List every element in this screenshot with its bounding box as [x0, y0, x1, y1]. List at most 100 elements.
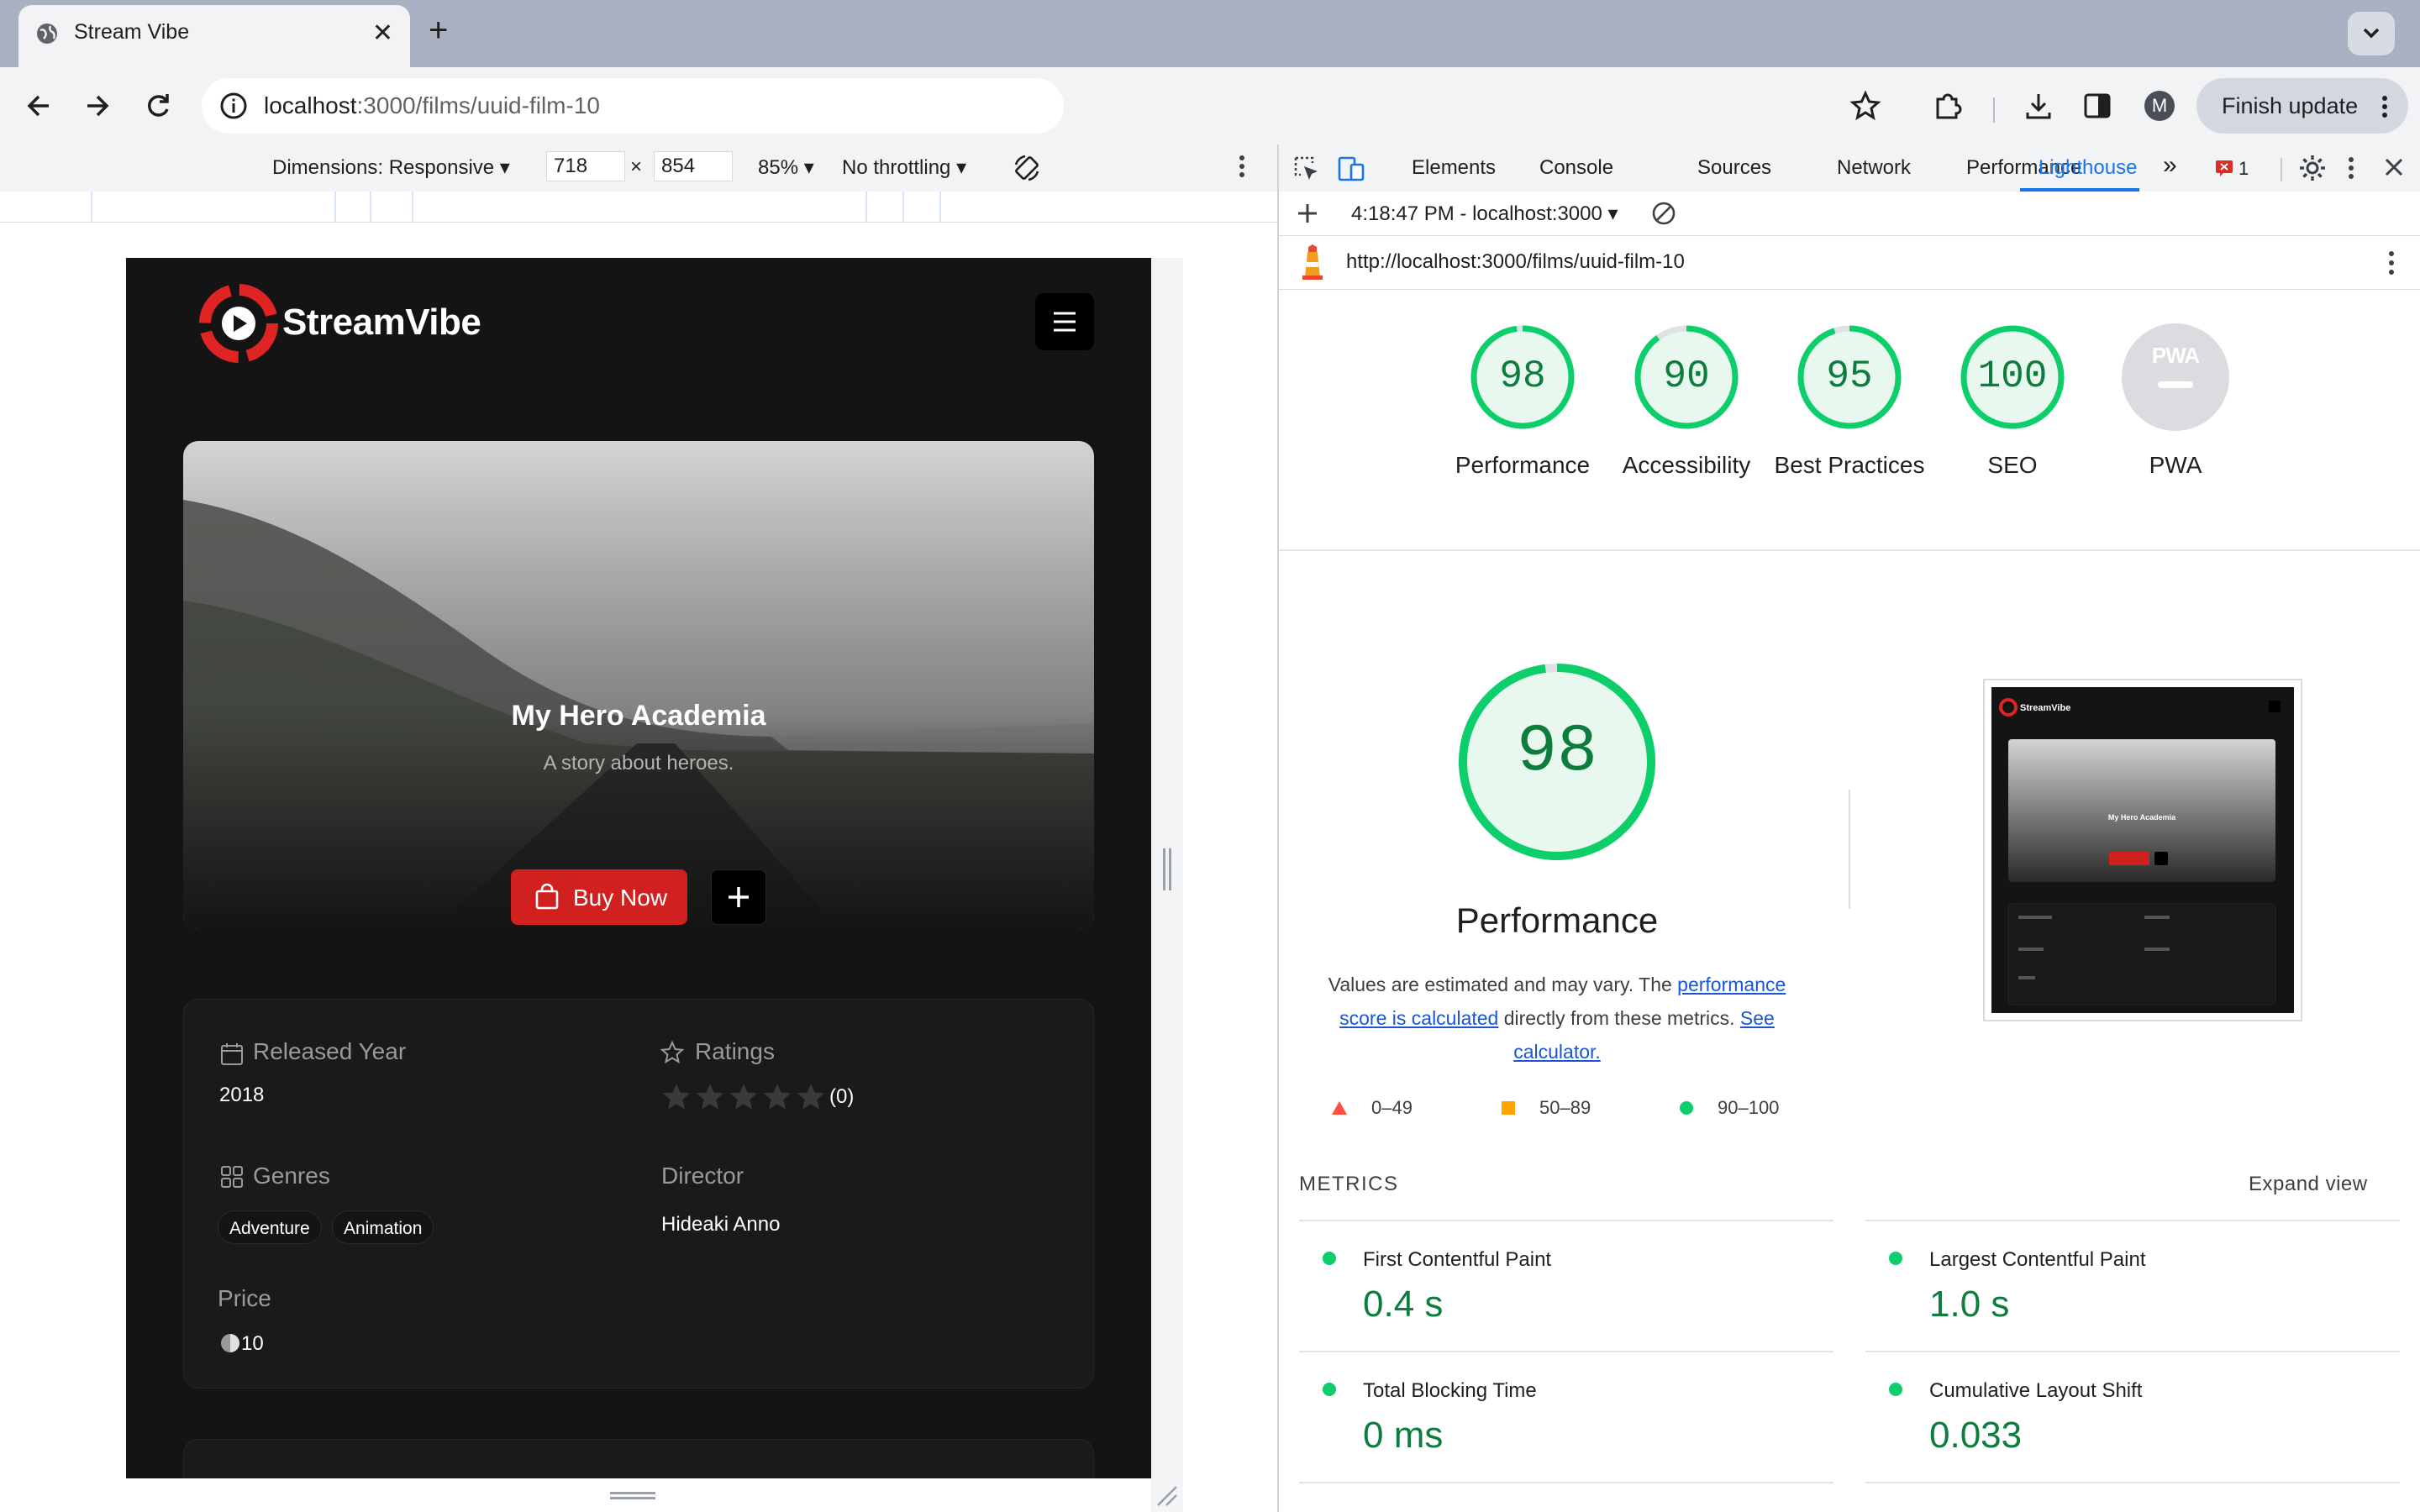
score-value: 95 — [1826, 354, 1873, 398]
media-query-marker[interactable] — [91, 192, 92, 222]
throttling-dropdown[interactable]: No throttling ▾ — [842, 155, 966, 180]
tab-sources[interactable]: Sources — [1697, 156, 1771, 180]
final-screenshot-thumbnail[interactable]: StreamVibe My Hero Academia — [1983, 679, 2302, 1021]
media-query-marker[interactable] — [865, 192, 867, 222]
new-tab-button[interactable]: + — [429, 12, 448, 50]
calendar-icon — [221, 1043, 243, 1065]
section-divider — [1279, 549, 2420, 551]
media-query-bar[interactable] — [0, 192, 1277, 223]
tab-search-button[interactable] — [2348, 12, 2395, 55]
media-query-marker[interactable] — [334, 192, 336, 222]
metric-pass-dot — [1889, 1252, 1902, 1265]
metric-divider — [1865, 1482, 2400, 1483]
score-label: Best Practices — [1774, 452, 1925, 478]
side-panel-icon[interactable] — [2081, 89, 2114, 123]
throttling-label: No throttling — [842, 156, 951, 179]
forward-icon[interactable] — [81, 86, 114, 126]
media-query-marker[interactable] — [902, 192, 904, 222]
report-url[interactable]: http://localhost:3000/films/uuid-film-10 — [1346, 250, 1685, 274]
download-icon[interactable] — [2022, 89, 2055, 123]
height-input[interactable]: 854 — [654, 151, 733, 181]
tab-lighthouse[interactable]: Lighthouse — [2039, 156, 2137, 180]
toolbar-separator — [1993, 97, 1995, 123]
score-gauge-best-practices[interactable]: 95 — [1795, 323, 1904, 432]
menu-kebab-icon — [2382, 96, 2387, 118]
issues-count[interactable]: 1 — [2238, 158, 2249, 180]
metric-pass-dot — [1889, 1383, 1902, 1396]
legend-fail-label: 0–49 — [1371, 1097, 1413, 1118]
brand-name[interactable]: StreamVibe — [282, 302, 481, 344]
lighthouse-toolbar: 4:18:47 PM - localhost:3000 ▾ — [1279, 192, 2420, 236]
triangle-fail-icon — [1332, 1101, 1347, 1115]
details-card-secondary — [183, 1439, 1094, 1478]
site-info-icon[interactable] — [218, 91, 249, 121]
menu-button[interactable] — [1035, 293, 1094, 350]
metric-name: Cumulative Layout Shift — [1929, 1379, 2143, 1402]
close-devtools-icon[interactable] — [2381, 155, 2407, 180]
device-toggle-icon[interactable] — [1336, 155, 1366, 183]
browser-tab[interactable]: Stream Vibe ✕ — [18, 5, 410, 67]
viewport-resize-handle-bottom[interactable] — [610, 1492, 655, 1494]
hamburger-icon — [1054, 312, 1076, 332]
metric-value: 0 ms — [1363, 1415, 1444, 1456]
close-tab-icon[interactable]: ✕ — [372, 18, 393, 48]
extensions-icon[interactable] — [1931, 89, 1965, 123]
expand-view-toggle[interactable]: Expand view — [2249, 1173, 2368, 1196]
metric-name: Largest Contentful Paint — [1929, 1248, 2146, 1271]
score-gauge-seo[interactable]: 100 — [1958, 323, 2067, 432]
score-gauge-pwa[interactable]: PWA — [2121, 323, 2230, 432]
new-report-icon[interactable] — [1294, 200, 1321, 227]
viewport-corner-resize-icon[interactable] — [1155, 1483, 1180, 1509]
media-query-marker[interactable] — [412, 192, 413, 222]
url-path: :3000/films/uuid-film-10 — [356, 92, 600, 118]
score-gauge-performance[interactable]: 98 — [1468, 323, 1577, 432]
profile-avatar[interactable]: M — [2144, 91, 2175, 121]
streamvibe-page: StreamVibe My Hero Academia A story abou… — [126, 258, 1151, 1478]
coin-icon — [221, 1334, 239, 1352]
score-gauge-accessibility[interactable]: 90 — [1632, 323, 1741, 432]
genres-grid-icon — [221, 1166, 243, 1188]
finish-update-button[interactable]: Finish update — [2196, 78, 2408, 134]
price-label: Price — [218, 1285, 271, 1311]
buy-now-button[interactable]: Buy Now — [511, 869, 687, 925]
issues-badge-icon[interactable] — [2215, 160, 2233, 176]
dimensions-label: Dimensions: Responsive — [272, 156, 495, 179]
width-input[interactable]: 718 — [546, 151, 625, 181]
hero-landscape-image — [183, 441, 1094, 928]
thumbnail-brand: StreamVibe — [2020, 703, 2070, 713]
score-label: Performance — [1455, 452, 1591, 478]
device-toolbar-more-icon[interactable] — [1239, 155, 1245, 178]
rotate-icon[interactable] — [1012, 153, 1042, 183]
add-to-list-button[interactable] — [711, 869, 766, 925]
settings-gear-icon[interactable] — [2297, 153, 2328, 183]
film-title: My Hero Academia — [511, 700, 766, 732]
more-tabs-icon[interactable]: » — [2163, 151, 2177, 180]
performance-title: Performance — [1455, 900, 1659, 940]
tab-console[interactable]: Console — [1539, 156, 1613, 180]
genres-label: Genres — [253, 1163, 330, 1189]
zoom-dropdown[interactable]: 85% ▾ — [758, 155, 814, 180]
devtools-menu-icon[interactable] — [2348, 156, 2354, 180]
streamvibe-logo-icon[interactable] — [198, 283, 279, 364]
report-menu-icon[interactable] — [2388, 250, 2395, 276]
address-bar[interactable]: localhost:3000/films/uuid-film-10 — [202, 78, 1064, 134]
report-selector[interactable]: 4:18:47 PM - localhost:3000 ▾ — [1351, 202, 1618, 226]
zoom-label: 85% — [758, 156, 799, 179]
metric-pass-dot — [1323, 1383, 1336, 1396]
bookmark-star-icon[interactable] — [1849, 89, 1882, 123]
genre-chip[interactable]: Adventure — [218, 1210, 322, 1244]
ratings-label: Ratings — [695, 1038, 775, 1064]
dimensions-dropdown[interactable]: Dimensions: Responsive ▾ — [272, 155, 510, 180]
media-query-marker[interactable] — [370, 192, 371, 222]
back-icon[interactable] — [22, 86, 55, 126]
viewport-resize-handle-right[interactable] — [1163, 848, 1171, 890]
media-query-marker[interactable] — [939, 192, 941, 222]
tab-elements[interactable]: Elements — [1412, 156, 1496, 180]
reload-icon[interactable] — [141, 86, 175, 126]
tab-network[interactable]: Network — [1837, 156, 1911, 180]
clear-reports-icon[interactable] — [1650, 200, 1677, 227]
inspect-element-icon[interactable] — [1292, 155, 1321, 183]
metric-divider — [1865, 1220, 2400, 1221]
url-text[interactable]: localhost:3000/films/uuid-film-10 — [264, 92, 600, 119]
genre-chip[interactable]: Animation — [332, 1210, 434, 1244]
